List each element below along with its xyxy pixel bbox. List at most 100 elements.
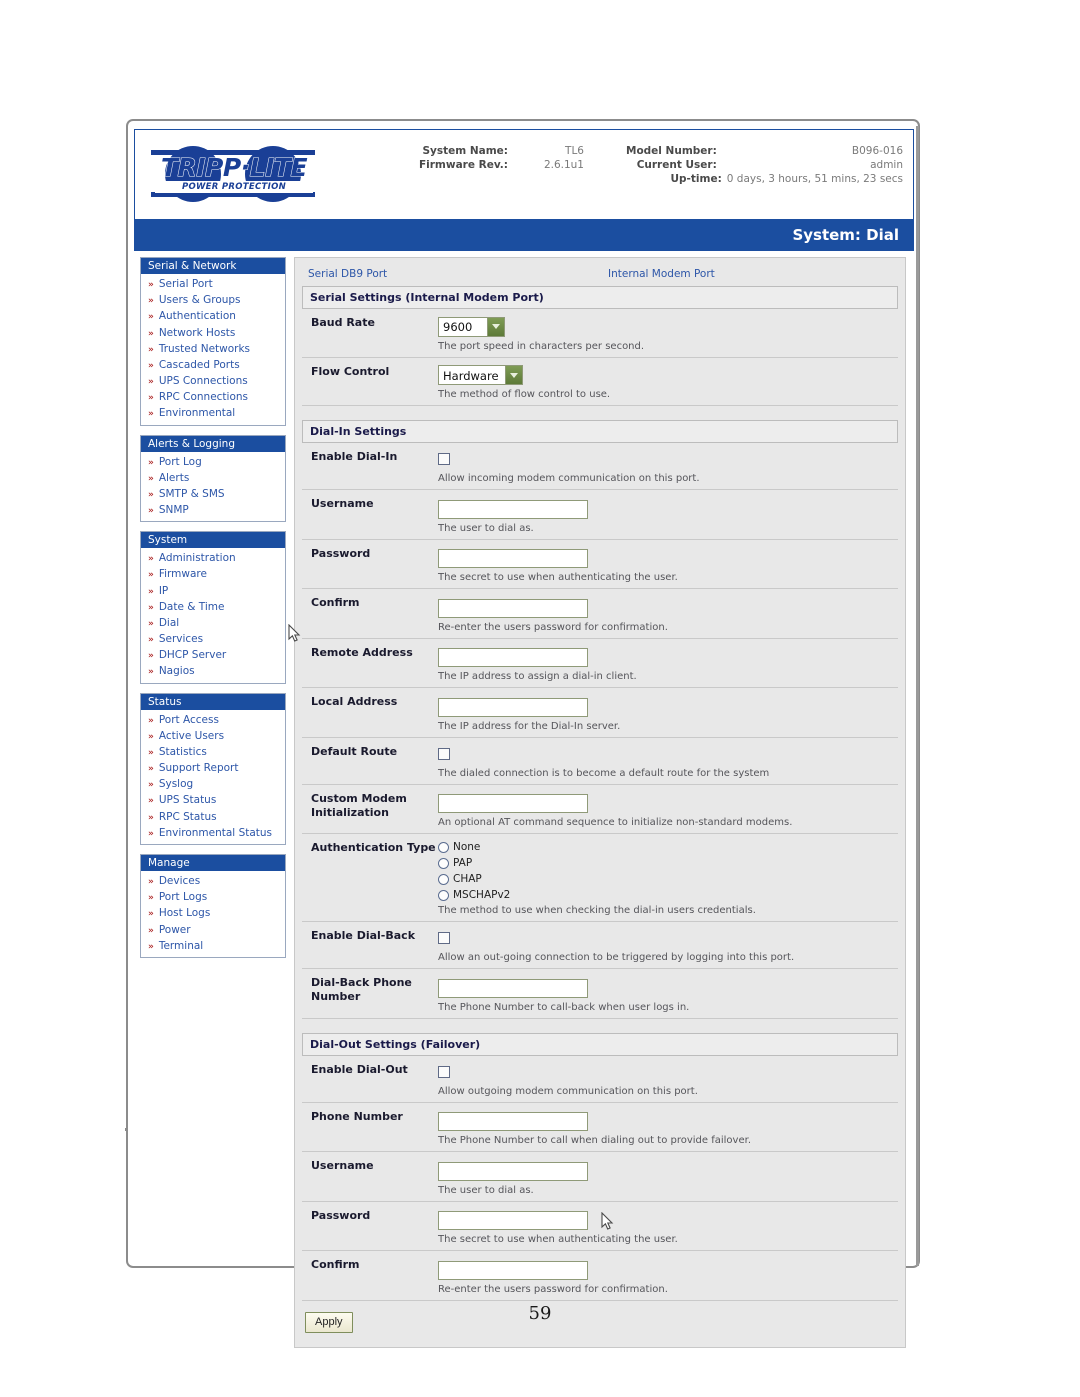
sidebar-item-terminal[interactable]: » Terminal (141, 938, 285, 954)
dial-back-phone-field: The Phone Number to call-back when user … (438, 976, 898, 1013)
sidebar-item-smtp-sms[interactable]: » SMTP & SMS (141, 486, 285, 502)
remote-address-input[interactable] (438, 648, 588, 667)
chevron-icon: » (148, 941, 154, 952)
radio-icon[interactable] (438, 857, 449, 869)
sidebar-item-label: Terminal (158, 939, 204, 952)
dial-out-phone-hint: The Phone Number to call when dialing ou… (438, 1135, 751, 1146)
baud-rate-select[interactable]: 9600 (438, 316, 505, 337)
dial-in-confirm-input[interactable] (438, 598, 588, 618)
sidebar-item-environmental[interactable]: » Environmental (141, 405, 285, 421)
sidebar-item-rpc-status[interactable]: » RPC Status (141, 809, 285, 825)
sidebar-item-port-access[interactable]: » Port Access (141, 712, 285, 728)
radio-icon[interactable] (438, 841, 449, 853)
sidebar-item-label: Network Hosts (158, 326, 236, 339)
sidebar-item-support-report[interactable]: » Support Report (141, 760, 285, 776)
uptime-label: Up-time: (670, 173, 722, 185)
sidebar-item-label: Active Users (158, 729, 225, 742)
chevron-icon: » (148, 909, 154, 920)
default-route-checkbox[interactable] (438, 747, 450, 760)
sidebar-item-syslog[interactable]: » Syslog (141, 776, 285, 792)
dial-out-rows: Enable Dial-Out Allow outgoing modem com… (302, 1056, 898, 1301)
sidebar-item-label: RPC Connections (158, 391, 249, 404)
radio-icon[interactable] (438, 873, 449, 885)
dial-back-phone-input[interactable] (438, 978, 588, 998)
chevron-icon: » (148, 554, 154, 565)
sidebar-item-label: Support Report (158, 762, 239, 775)
sidebar-item-label: Administration (158, 552, 236, 565)
chevron-icon: » (148, 780, 154, 791)
sidebar-item-label: Serial Port (158, 278, 213, 290)
dial-in-password-input[interactable] (438, 549, 588, 568)
dial-out-confirm-field: Re-enter the users password for confirma… (438, 1258, 898, 1295)
chevron-icon: » (148, 457, 154, 468)
dial-out-password-input[interactable] (438, 1211, 588, 1230)
flow-control-value: Hardware (443, 368, 499, 383)
sidebar-item-active-users[interactable]: » Active Users (141, 728, 285, 744)
dial-out-phone-input[interactable] (438, 1112, 588, 1131)
sidebar-item-label: IP (158, 584, 169, 597)
sidebar-item-serial-port[interactable]: » Serial Port (141, 276, 285, 292)
dial-out-password-hint: The secret to use when authenticating th… (438, 1234, 678, 1245)
sidebar-item-host-logs[interactable]: » Host Logs (141, 905, 285, 921)
sidebar-item-dial[interactable]: » Dial (141, 615, 285, 631)
sidebar-item-services[interactable]: » Services (141, 631, 285, 647)
sidebar-item-statistics[interactable]: » Statistics (141, 744, 285, 760)
sidebar-item-devices[interactable]: » Devices (141, 873, 285, 889)
sidebar-item-ip[interactable]: » IP (141, 583, 285, 599)
sidebar-item-snmp[interactable]: » SNMP (141, 502, 285, 518)
auth-option-chap[interactable]: CHAP (438, 873, 890, 885)
sidebar-item-nagios[interactable]: » Nagios (141, 663, 285, 679)
sidebar-item-ups-connections[interactable]: » UPS Connections (141, 373, 285, 389)
dial-out-username-input[interactable] (438, 1161, 588, 1181)
enable-dial-back-checkbox[interactable] (438, 932, 450, 944)
chevron-icon: » (148, 280, 154, 290)
sidebar-item-rpc-connections[interactable]: » RPC Connections (141, 389, 285, 405)
dial-out-confirm-input[interactable] (438, 1260, 588, 1280)
enable-dial-out-checkbox[interactable] (438, 1065, 450, 1078)
chevron-icon: » (148, 618, 154, 629)
sidebar-item-alerts[interactable]: » Alerts (141, 470, 285, 486)
chevron-icon: » (148, 747, 154, 758)
sidebar-item-cascaded-ports[interactable]: » Cascaded Ports (141, 357, 285, 373)
enable-dial-in-checkbox[interactable] (438, 453, 450, 465)
sidebar-item-administration[interactable]: » Administration (141, 550, 285, 566)
sidebar-item-dhcp-server[interactable]: » DHCP Server (141, 647, 285, 663)
nav-list: » Serial Port » Users & Groups » Authentica… (141, 274, 285, 425)
tab-serial-db9-port[interactable]: Serial DB9 Port (308, 268, 608, 280)
row-dial-in-username: Username The user to dial as. (302, 490, 898, 540)
row-local-address: Local Address The IP address for the Dia… (302, 688, 898, 738)
nav-list: » Port Access » Active Users » Statistics »… (141, 710, 285, 844)
info-gap (584, 144, 626, 158)
sidebar-item-trusted-networks[interactable]: » Trusted Networks (141, 341, 285, 357)
dial-in-username-input[interactable] (438, 499, 588, 519)
sidebar-item-port-logs[interactable]: » Port Logs (141, 889, 285, 905)
custom-modem-init-input[interactable] (438, 794, 588, 813)
sidebar-item-network-hosts[interactable]: » Network Hosts (141, 325, 285, 341)
auth-option-mschapv2[interactable]: MSCHAPv2 (438, 889, 890, 901)
radio-icon[interactable] (438, 889, 449, 901)
sidebar-item-authentication[interactable]: » Authentication (141, 308, 285, 324)
sidebar-item-firmware[interactable]: » Firmware (141, 566, 285, 582)
sidebar-item-power[interactable]: » Power (141, 922, 285, 938)
flow-control-select[interactable]: Hardware (438, 365, 523, 385)
chevron-down-icon[interactable] (504, 366, 522, 384)
dial-out-settings-heading: Dial-Out Settings (Failover) (302, 1032, 898, 1056)
auth-option-pap[interactable]: PAP (438, 857, 890, 869)
sidebar-item-label: Cascaded Ports (158, 358, 240, 371)
sidebar-item-label: Firmware (158, 568, 207, 581)
dial-in-settings-heading: Dial-In Settings (302, 420, 898, 443)
sidebar-item-label: Statistics (158, 745, 207, 758)
sidebar-item-users-groups[interactable]: » Users & Groups (141, 292, 285, 308)
chevron-down-icon[interactable] (487, 317, 504, 336)
tab-internal-modem-port[interactable]: Internal Modem Port (608, 268, 715, 280)
chevron-icon: » (148, 570, 154, 581)
local-address-field: The IP address for the Dial-In server. (438, 695, 898, 732)
sidebar-item-environmental-status[interactable]: » Environmental Status (141, 825, 285, 841)
sidebar-item-port-log[interactable]: » Port Log (141, 454, 285, 470)
sidebar-item-date-time[interactable]: » Date & Time (141, 599, 285, 615)
sidebar-item-ups-status[interactable]: » UPS Status (141, 792, 285, 808)
row-dial-out-phone-number: Phone Number The Phone Number to call wh… (302, 1103, 898, 1152)
auth-option-none[interactable]: None (438, 841, 890, 853)
local-address-input[interactable] (438, 697, 588, 717)
